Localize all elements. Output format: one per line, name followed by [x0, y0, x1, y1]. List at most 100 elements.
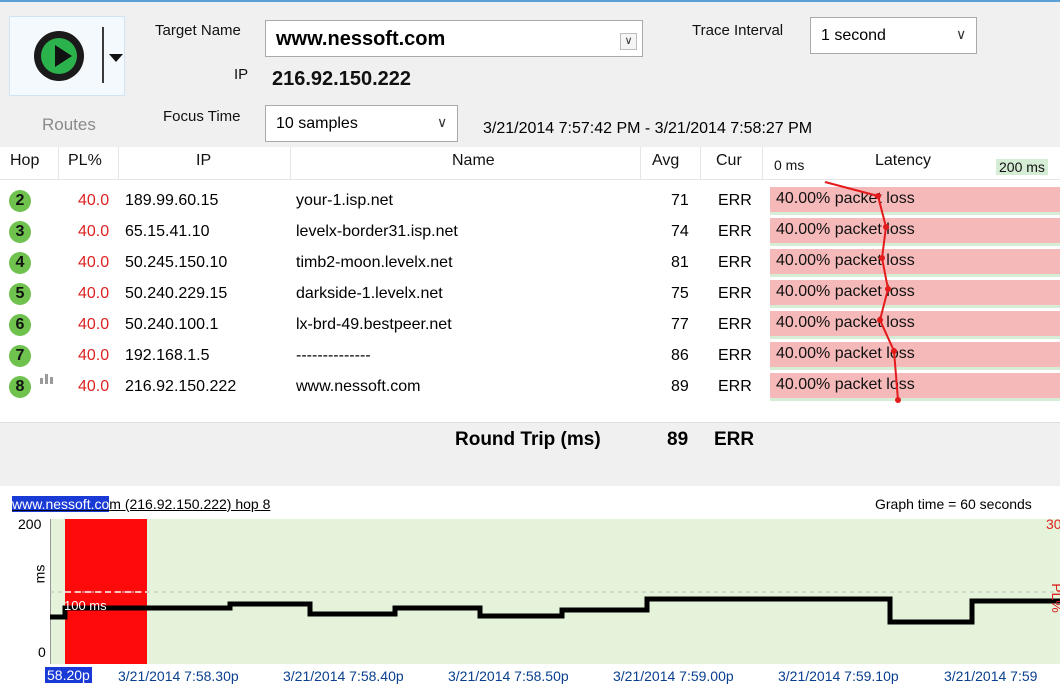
graph-title-highlight: www.nessoft.co — [12, 496, 110, 512]
latency-scale-max: 200 ms — [996, 159, 1048, 175]
hop-ip: 192.168.1.5 — [125, 347, 210, 364]
col-latency[interactable]: 0 ms Latency 200 ms — [770, 147, 1060, 180]
x-label-start: 58.20p — [45, 667, 92, 683]
column-divider — [58, 147, 59, 180]
button-divider — [102, 27, 104, 83]
col-cur[interactable]: Cur — [716, 152, 742, 170]
hop-number: 4 — [9, 252, 31, 274]
graph-title-rest: m (216.92.150.222) hop 8 — [109, 496, 271, 512]
column-divider — [762, 147, 763, 180]
hop-number: 3 — [9, 221, 31, 243]
hop-ip: 189.99.60.15 — [125, 192, 219, 209]
hop-cur: ERR — [718, 254, 752, 271]
x-label: 3/21/2014 7:58.30p — [118, 668, 239, 684]
x-label: 3/21/2014 7:59.10p — [778, 668, 899, 684]
hop-cur: ERR — [718, 378, 752, 395]
round-trip-label: Round Trip (ms) — [455, 429, 601, 450]
hop-cur: ERR — [718, 347, 752, 364]
chevron-down-icon[interactable] — [109, 54, 123, 62]
target-name-label: Target Name — [155, 22, 241, 39]
hop-number: 5 — [9, 283, 31, 305]
col-ip[interactable]: IP — [196, 152, 211, 170]
chevron-down-icon[interactable]: ∨ — [956, 26, 966, 43]
start-trace-button[interactable] — [9, 16, 125, 96]
hop-name: darkside-1.levelx.net — [296, 285, 443, 302]
y-axis-max: 200 — [18, 516, 42, 532]
chevron-down-icon[interactable]: ∨ — [437, 114, 447, 131]
trace-settings-panel: Routes Target Name www.nessoft.com ∨ IP … — [0, 2, 1060, 147]
col-name[interactable]: Name — [452, 152, 495, 170]
column-divider — [290, 147, 291, 180]
graph-time-label: Graph time = 60 seconds — [875, 496, 1032, 512]
packet-loss-percent: 40.0 — [78, 316, 110, 333]
packet-loss-percent: 40.0 — [78, 347, 110, 364]
packet-loss-percent: 40.0 — [78, 285, 110, 302]
ip-value: 216.92.150.222 — [272, 68, 412, 90]
hop-avg: 74 — [671, 223, 689, 240]
hop-ip: 65.15.41.10 — [125, 223, 210, 240]
col-hop[interactable]: Hop — [10, 152, 39, 170]
trace-interval-select[interactable]: 1 second ∨ — [810, 17, 977, 54]
column-divider — [700, 147, 701, 180]
hop-name: lx-brd-49.bestpeer.net — [296, 316, 452, 333]
hop-number: 8 — [9, 376, 31, 398]
hop-avg: 86 — [671, 347, 689, 364]
x-label: 3/21/2014 7:59 — [944, 668, 1038, 684]
focus-time-label: Focus Time — [163, 108, 241, 125]
hop-avg: 71 — [671, 192, 689, 209]
latency-title: Latency — [875, 152, 932, 169]
pl-axis-unit: PL% — [1048, 583, 1060, 613]
focus-time-range: 3/21/2014 7:57:42 PM - 3/21/2014 7:58:27… — [483, 120, 813, 137]
y-axis-zero: 0 — [38, 644, 46, 660]
hop-number: 7 — [9, 345, 31, 367]
hop-avg: 89 — [671, 378, 689, 395]
column-divider — [640, 147, 641, 180]
hop-ip: 50.240.100.1 — [125, 316, 219, 333]
pl-axis-max: 30 — [1046, 516, 1060, 532]
timeline-graph[interactable]: www.nessoft.com (216.92.150.222) hop 8 G… — [0, 486, 1060, 694]
packet-loss-percent: 40.0 — [78, 223, 110, 240]
focus-time-select[interactable]: 10 samples ∨ — [265, 105, 458, 142]
hop-avg: 81 — [671, 254, 689, 271]
hop-cur: ERR — [718, 223, 752, 240]
packet-loss-percent: 40.0 — [78, 254, 110, 271]
latency-scale-min: 0 ms — [774, 157, 805, 173]
y-axis-unit: ms — [31, 564, 48, 584]
trace-interval-value: 1 second — [821, 27, 886, 44]
play-triangle-icon — [55, 45, 72, 67]
hop-name: www.nessoft.com — [296, 378, 421, 395]
graph-title: www.nessoft.com (216.92.150.222) hop 8 — [12, 496, 270, 512]
packet-loss-percent: 40.0 — [78, 378, 110, 395]
hop-cur: ERR — [718, 285, 752, 302]
target-name-combo[interactable]: www.nessoft.com ∨ — [265, 20, 643, 57]
hop-name: your-1.isp.net — [296, 192, 393, 209]
hop-number: 6 — [9, 314, 31, 336]
x-label: 3/21/2014 7:58.50p — [448, 668, 569, 684]
hop-name: -------------- — [296, 347, 371, 364]
routes-button[interactable]: Routes — [42, 115, 96, 135]
x-label: 3/21/2014 7:59.00p — [613, 668, 734, 684]
hop-avg: 75 — [671, 285, 689, 302]
round-trip-summary: Round Trip (ms) 89 ERR — [0, 422, 1060, 486]
x-label: 3/21/2014 7:58.40p — [283, 668, 404, 684]
pingplotter-window: Routes Target Name www.nessoft.com ∨ IP … — [0, 0, 1060, 694]
round-trip-cur: ERR — [714, 429, 755, 450]
y-axis-mid: 100 ms — [64, 598, 107, 613]
col-pl[interactable]: PL% — [68, 152, 102, 170]
col-avg[interactable]: Avg — [652, 152, 679, 170]
hop-ip: 50.245.150.10 — [125, 254, 228, 271]
chevron-down-icon[interactable]: ∨ — [620, 33, 637, 50]
hop-ip: 50.240.229.15 — [125, 285, 228, 302]
hop-cur: ERR — [718, 316, 752, 333]
column-divider — [118, 147, 119, 180]
hop-table-header: Hop PL% IP Name Avg Cur 0 ms Latency 200… — [0, 147, 1060, 180]
latency-trace-line — [824, 181, 901, 403]
hop-number: 2 — [9, 190, 31, 212]
focus-time-value: 10 samples — [276, 115, 358, 132]
hop-name: timb2-moon.levelx.net — [296, 254, 453, 271]
target-name-value: www.nessoft.com — [276, 28, 446, 50]
trace-interval-label: Trace Interval — [692, 22, 784, 39]
ip-label: IP — [234, 66, 249, 83]
round-trip-avg: 89 — [667, 429, 689, 450]
hop-cur: ERR — [718, 192, 752, 209]
